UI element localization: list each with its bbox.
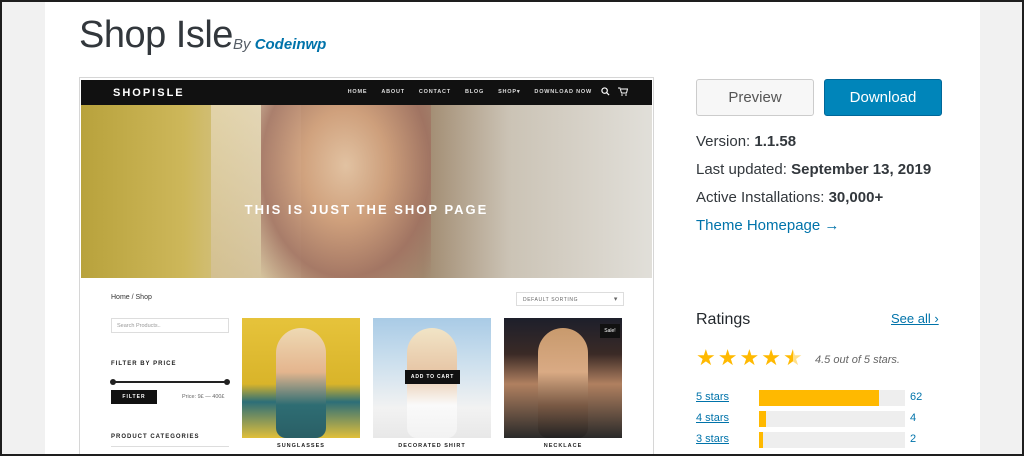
updated-label: Last updated: [696, 161, 787, 178]
product-card: Sale! [504, 318, 622, 438]
theme-homepage-link[interactable]: Theme Homepage → [696, 217, 839, 234]
installs-value: 30,000+ [828, 189, 884, 206]
screenshot-hero: THIS IS JUST THE SHOP PAGE [81, 105, 652, 278]
screenshot-search-input: Search Products.. [111, 318, 229, 333]
screenshot-menu-item: HOME [347, 89, 368, 95]
rating-row-4[interactable]: 4 stars 4 [696, 411, 936, 427]
star-rating: ★ ★ ★ ★ ★ [696, 347, 803, 369]
slider-handle [224, 379, 230, 385]
rating-bar [759, 411, 905, 427]
price-slider [110, 379, 230, 385]
star-icon: ★ [717, 345, 738, 370]
ratings-heading: Ratings [696, 311, 751, 328]
author-link[interactable]: Codeinwp [255, 36, 327, 53]
screenshot-nav-icons [601, 87, 628, 96]
product-card [242, 318, 360, 438]
rating-bar-fill [759, 411, 767, 427]
version-label: Version: [696, 133, 751, 150]
screenshot-menu: HOME ABOUT CONTACT BLOG SHOP▾ DOWNLOAD N… [348, 89, 592, 95]
star-icon: ★ [739, 345, 760, 370]
filter-button: FILTER [111, 390, 157, 404]
by-label: By [233, 36, 251, 53]
updated-value: September 13, 2019 [791, 161, 932, 178]
add-to-cart-button: ADD TO CART [405, 370, 460, 384]
rating-bar-fill [759, 390, 879, 406]
screenshot-logo: SHOPISLE [113, 87, 185, 99]
price-range: Price: 9£ — 400£ [182, 394, 225, 400]
screenshot-navbar: SHOPISLE HOME ABOUT CONTACT BLOG SHOP▾ D… [81, 80, 652, 105]
version-value: 1.1.58 [754, 133, 797, 150]
star-icon: ★ [761, 345, 781, 370]
product-name: NECKLACE [543, 443, 583, 449]
rating-count: 62 [910, 391, 923, 403]
rating-count: 2 [910, 433, 917, 445]
screenshot-menu-item: BLOG [464, 89, 485, 95]
page-title: Shop Isle [79, 14, 233, 56]
version-row: Version: 1.1.58 [696, 133, 796, 150]
product-card: ADD TO CART [373, 318, 491, 438]
sale-badge: Sale! [600, 324, 620, 338]
hero-heading: THIS IS JUST THE SHOP PAGE [244, 202, 489, 217]
rating-label[interactable]: 3 stars [696, 433, 729, 445]
rating-label[interactable]: 5 stars [696, 391, 729, 403]
rating-bar-fill [759, 432, 764, 448]
divider [111, 446, 229, 447]
cart-icon [618, 87, 628, 96]
product-name: DECORATED SHIRT [398, 443, 466, 449]
product-name: SUNGLASSES [277, 443, 325, 449]
rating-bar [759, 390, 905, 406]
hero-image [261, 105, 431, 278]
installs-label: Active Installations: [696, 189, 825, 206]
caret-down-icon: ▾ [613, 296, 618, 303]
screenshot-breadcrumb: Home / Shop [111, 294, 152, 301]
theme-screenshot: SHOPISLE HOME ABOUT CONTACT BLOG SHOP▾ D… [79, 77, 654, 456]
rating-label[interactable]: 4 stars [696, 412, 729, 424]
screenshot-menu-item: SHOP▾ [498, 89, 521, 95]
slider-handle [110, 379, 116, 385]
installs-row: Active Installations: 30,000+ [696, 189, 883, 206]
rating-bar [759, 432, 905, 448]
updated-row: Last updated: September 13, 2019 [696, 161, 931, 178]
preview-button[interactable]: Preview [696, 79, 814, 116]
download-button[interactable]: Download [824, 79, 942, 116]
star-icon: ★ [696, 345, 716, 370]
screenshot-menu-item: CONTACT [418, 89, 451, 95]
product-image [538, 328, 588, 438]
rating-row-5[interactable]: 5 stars 62 [696, 390, 936, 406]
byline: By Codeinwp [233, 36, 326, 53]
rating-count: 4 [910, 412, 917, 424]
see-all-link[interactable]: See all › [891, 311, 939, 326]
star-half-icon: ★ [782, 345, 803, 370]
screenshot-menu-item: DOWNLOAD NOW [534, 89, 592, 95]
screenshot-sort-select: DEFAULT SORTING ▾ [516, 292, 624, 306]
sort-label: DEFAULT SORTING [523, 297, 579, 303]
search-icon [601, 87, 610, 96]
screenshot-menu-item: ABOUT [381, 89, 405, 95]
rating-row-3[interactable]: 3 stars 2 [696, 432, 936, 448]
filter-title: FILTER BY PRICE [111, 361, 177, 367]
product-image [276, 328, 326, 438]
categories-title: PRODUCT CATEGORIES [111, 434, 200, 440]
rating-summary: 4.5 out of 5 stars. [815, 354, 900, 366]
